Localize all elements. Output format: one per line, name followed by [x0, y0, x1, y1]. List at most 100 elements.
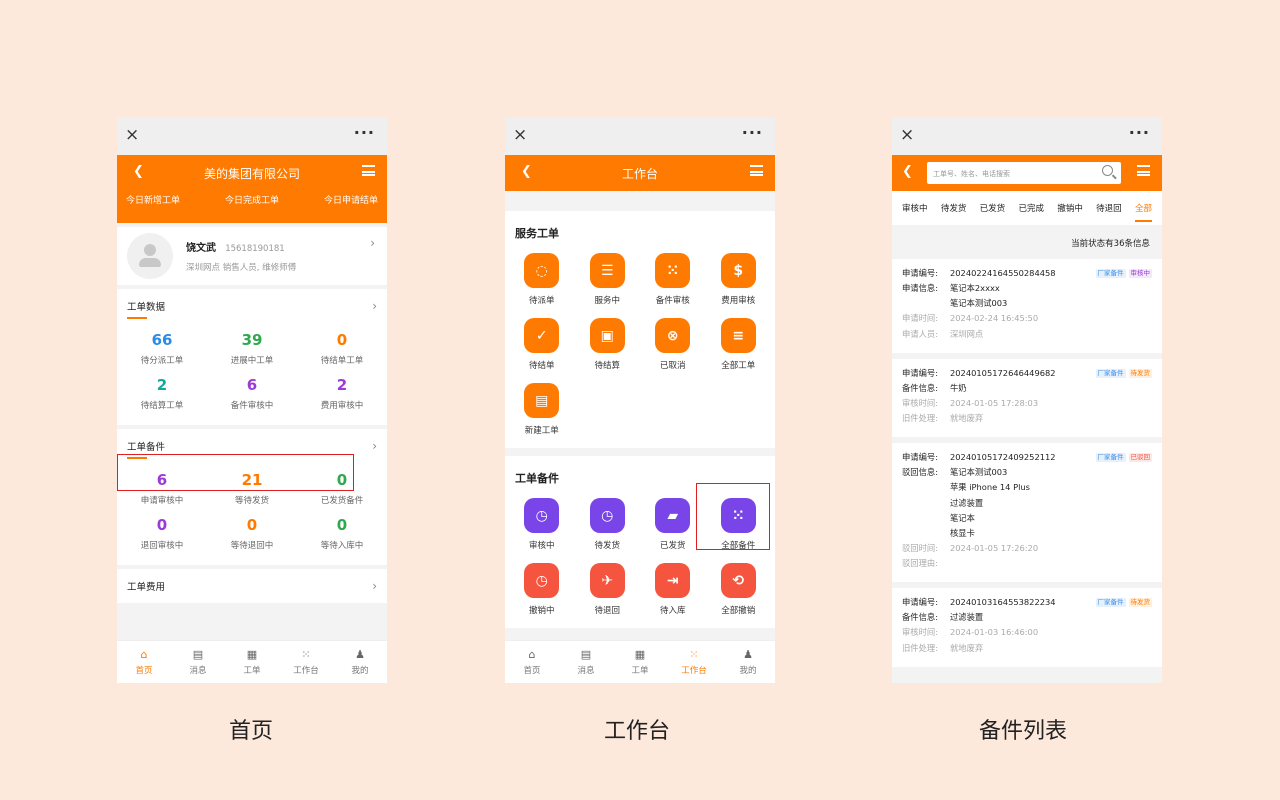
tab-bar: ⌂ 首页 ▤ 消息 ▦ 工单 ⁙ 工作台 ♟ 我的 [117, 640, 387, 683]
stat-value: 2 [156, 376, 168, 394]
filter-tab[interactable]: 已发货 [980, 202, 1006, 214]
record-key: 申请编号: [902, 597, 938, 608]
grid-item-label: 费用审核 [721, 296, 756, 306]
stat-value: 0 [246, 516, 258, 534]
stat-item[interactable]: 2 费用审核中 [297, 376, 387, 411]
tab-home[interactable]: ⌂ 首页 [117, 641, 171, 683]
grid-item-label: 待退回 [594, 606, 620, 616]
stat-item[interactable]: 0 等待退回中 [207, 516, 297, 551]
record-card[interactable]: 申请编号: 20240224164550284458 厂家备件 审核中 申请信息: 笔记本… [892, 259, 1162, 353]
record-value-line: 过滤装置 [950, 497, 984, 508]
back-icon[interactable]: ❮ [133, 164, 144, 179]
stat-label: 费用审核中 [320, 401, 364, 411]
stat-label: 待结算工单 [140, 401, 184, 411]
stat-value: 0 [336, 516, 348, 534]
menu-icon[interactable] [362, 165, 375, 176]
grid-item[interactable]: ◷ 撤销中 [509, 563, 575, 616]
tab-label: 我的 [351, 666, 369, 676]
stat-item[interactable]: 0 退回审核中 [117, 516, 207, 551]
tab-document[interactable]: ▦ 工单 [613, 641, 667, 683]
back-icon[interactable]: ❮ [521, 164, 532, 179]
grid-item[interactable]: ◌ 待派单 [509, 253, 575, 306]
record-row: 驳回信息: 笔记本测试003 苹果 iPhone 14 Plus 过滤装置 笔记本 核显卡 [902, 468, 1152, 538]
filter-tab[interactable]: 待退回 [1096, 202, 1122, 214]
stat-item[interactable]: 6 备件审核中 [207, 376, 297, 411]
record-row: 旧件处理: 就地废弃 [902, 643, 1152, 653]
grid-item[interactable]: ≡ 全部工单 [706, 318, 772, 371]
wallet-icon: ▣ [589, 318, 625, 353]
tab-label: 工作台 [681, 666, 707, 676]
tab-message[interactable]: ▤ 消息 [559, 641, 613, 683]
record-card[interactable]: 申请编号: 20240105172409252112 厂家备件 已驳回 驳回信息: 笔记本… [892, 443, 1162, 583]
stat-item[interactable]: 2 待结算工单 [117, 376, 207, 411]
more-icon[interactable]: ··· [1129, 123, 1150, 142]
grid-item[interactable]: ⇥ 待入库 [640, 563, 706, 616]
tab-document[interactable]: ▦ 工单 [225, 641, 279, 683]
record-key: 审核时间: [902, 627, 938, 638]
subnav-item[interactable]: 今日完成工单 [225, 193, 279, 206]
chevron-right-icon: › [372, 299, 377, 313]
tab-user[interactable]: ♟ 我的 [721, 641, 775, 683]
window-bar: × ··· [505, 117, 775, 155]
grid-item[interactable]: ☰ 服务中 [575, 253, 641, 306]
grid-item[interactable]: ◷ 待发货 [575, 498, 641, 551]
grid-item[interactable]: ✈ 待退回 [575, 563, 641, 616]
close-icon[interactable]: × [125, 125, 139, 145]
menu-icon[interactable] [750, 165, 763, 176]
filter-tab[interactable]: 撤销中 [1057, 202, 1083, 214]
record-row: 驳回理由: [902, 558, 1152, 568]
home-icon: ⌂ [528, 648, 536, 661]
record-row: 旧件处理: 就地废弃 [902, 413, 1152, 423]
record-card[interactable]: 申请编号: 20240103164553822234 厂家备件 待发货 备件信息: 过滤装… [892, 588, 1162, 667]
grid-item[interactable]: $ 费用审核 [706, 253, 772, 306]
filter-tab[interactable]: 全部 [1134, 202, 1152, 222]
filter-tab[interactable]: 待发货 [941, 202, 967, 214]
tab-home[interactable]: ⌂ 首页 [505, 641, 559, 683]
close-icon[interactable]: × [513, 125, 527, 145]
parts-list-screen: × ··· ❮ 工单号、姓名、电话搜索 审核中 待发货 已发货 已完成 撤销中 待退回 全部… [892, 117, 1162, 683]
stat-item[interactable]: 39 进展中工单 [207, 331, 297, 366]
status-badge: 厂家备件 [1095, 598, 1126, 608]
search-input[interactable]: 工单号、姓名、电话搜索 [927, 162, 1121, 184]
tab-workbench[interactable]: ⁙ 工作台 [667, 641, 721, 683]
tab-workbench[interactable]: ⁙ 工作台 [279, 641, 333, 683]
grid-item[interactable]: ▣ 待结算 [575, 318, 641, 371]
tab-label: 首页 [135, 666, 153, 676]
stat-item[interactable]: 0 等待入库中 [297, 516, 387, 551]
stat-label: 备件审核中 [230, 401, 274, 411]
grid-item[interactable]: ⁙ 备件审核 [640, 253, 706, 306]
menu-icon[interactable] [1137, 165, 1150, 176]
stat-item[interactable]: 0 待结单工单 [297, 331, 387, 366]
back-icon[interactable]: ❮ [902, 164, 913, 179]
order-data-header[interactable]: 工单数据 › [117, 289, 387, 323]
user-card[interactable]: 饶文武 15618190181 深圳网点 销售人员, 维修师傅 › [117, 227, 387, 285]
close-icon[interactable]: × [900, 125, 914, 145]
more-icon[interactable]: ··· [742, 123, 763, 142]
page-title: 美的集团有限公司 [203, 166, 300, 181]
grid-item[interactable]: ⊗ 已取消 [640, 318, 706, 371]
record-value-line: 笔记本2xxxx [950, 283, 1000, 294]
grid-item[interactable]: ⟲ 全部撤销 [706, 563, 772, 616]
subnav-item[interactable]: 今日申请结单 [324, 193, 378, 206]
record-card[interactable]: 申请编号: 20240105172646449682 厂家备件 待发货 备件信息: 牛奶审… [892, 358, 1162, 438]
filter-tab[interactable]: 审核中 [902, 202, 928, 214]
tab-label: 工单 [243, 666, 261, 676]
grid-item[interactable]: ✓ 待结单 [509, 318, 575, 371]
search-icon[interactable] [1102, 165, 1113, 176]
grid-item[interactable]: ▤ 新建工单 [509, 383, 575, 436]
stat-value: 66 [151, 331, 173, 349]
record-value-line: 笔记本 [950, 512, 975, 523]
filter-tab[interactable]: 已完成 [1018, 202, 1044, 214]
tab-user[interactable]: ♟ 我的 [333, 641, 387, 683]
order-stats: 66 待分派工单 39 进展中工单 0 待结单工单 2 待结算工单 6 备件审核中 2 费用审核中 [117, 323, 387, 425]
tab-label: 消息 [189, 666, 207, 676]
subnav-item[interactable]: 今日新增工单 [126, 193, 180, 206]
grid-item-label: 新建工单 [524, 426, 559, 436]
stat-item[interactable]: 66 待分派工单 [117, 331, 207, 366]
grid-item-label: 备件审核 [655, 296, 690, 306]
tab-message[interactable]: ▤ 消息 [171, 641, 225, 683]
fees-header[interactable]: 工单费用 › [117, 569, 387, 603]
more-icon[interactable]: ··· [354, 123, 375, 142]
record-row: 审核时间: 2024-01-05 17:28:03 [902, 398, 1152, 408]
grid-item[interactable]: ◷ 审核中 [509, 498, 575, 551]
